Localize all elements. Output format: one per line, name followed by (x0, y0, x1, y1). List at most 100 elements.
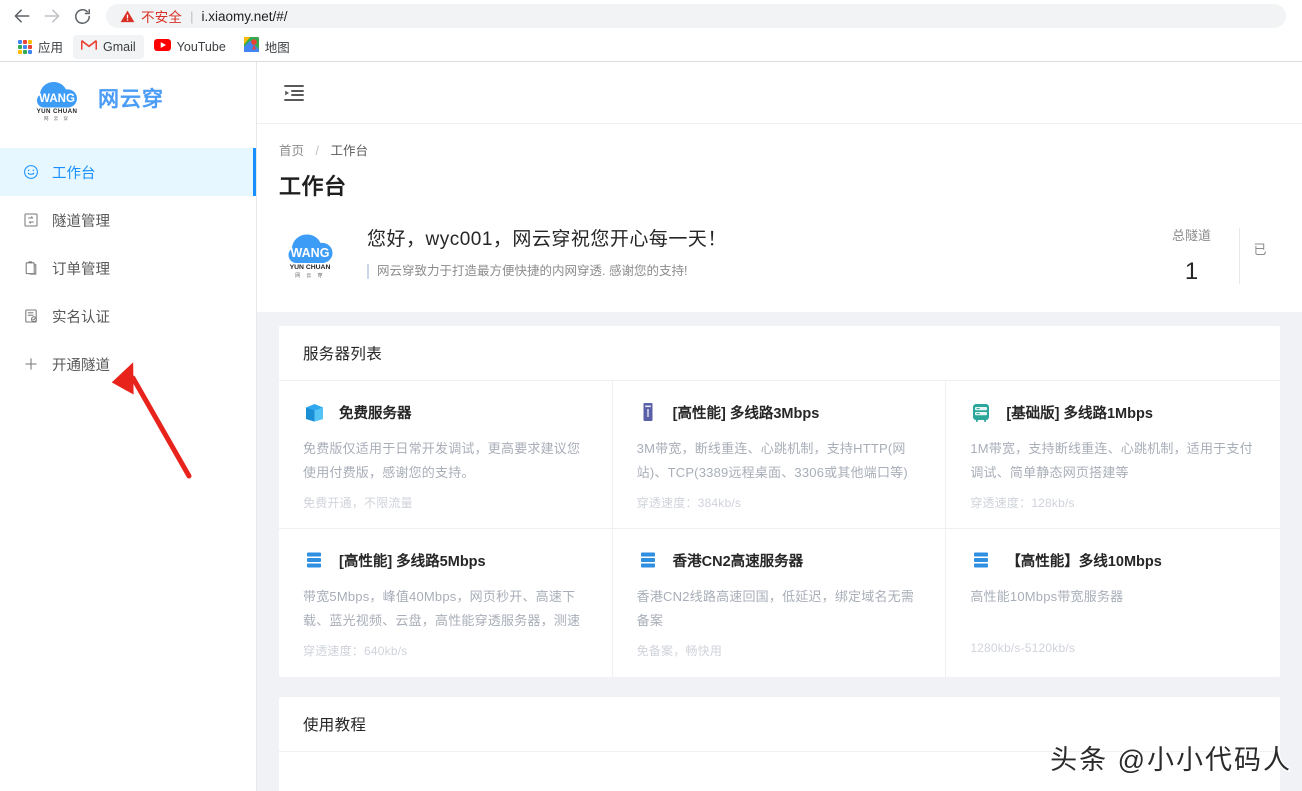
content-area: 服务器列表 免费服务器 免费版仅适用于日常开发调试，更高要求建议您使用付费版，感… (257, 312, 1302, 791)
address-bar[interactable]: 不安全 | i.xiaomy.net/#/ (106, 4, 1286, 28)
panel-title: 使用教程 (303, 717, 367, 734)
server-card-name: 【高性能】多线10Mbps (1006, 553, 1162, 570)
sidebar-item-label: 隧道管理 (52, 213, 110, 230)
server-card-head: 香港CN2高速服务器 (637, 549, 922, 571)
wang-yun-chuan-cloud-logo-icon: WANG YUN CHUAN 网 云 穿 (28, 73, 86, 123)
bookmark-youtube[interactable]: YouTube (146, 35, 234, 59)
sidebar-item-tunnel-management[interactable]: 隧道管理 (0, 196, 256, 244)
purple-server-tower-icon (637, 401, 659, 423)
sidebar-item-open-tunnel[interactable]: 开通隧道 (0, 340, 256, 388)
server-card[interactable]: [高性能] 多线路5Mbps 带宽5Mbps，峰值40Mbps，网页秒开、高速下… (279, 529, 613, 677)
server-card-name: [基础版] 多线路1Mbps (1006, 405, 1153, 422)
back-button[interactable] (8, 2, 36, 30)
tutorial-panel-body (279, 752, 1280, 791)
svg-text:WANG: WANG (291, 246, 330, 260)
server-card[interactable]: [高性能] 多线路3Mbps 3M带宽，断线重连、心跳机制，支持HTTP(网站)… (612, 381, 947, 529)
server-card-meta: 1280kb/s-5120kb/s (970, 641, 1076, 656)
page-head: 首页 / 工作台 工作台 (257, 124, 1302, 201)
server-card-desc: 3M带宽，断线重连、心跳机制，支持HTTP(网站)、TCP(3389远程桌面、3… (636, 441, 908, 481)
server-card-desc: 高性能10Mbps带宽服务器 (970, 589, 1124, 604)
sidebar-item-realname-verification[interactable]: 实名认证 (0, 292, 256, 340)
browser-nav-bar: 不安全 | i.xiaomy.net/#/ (0, 0, 1302, 32)
apps-grid-icon (18, 39, 32, 54)
sidebar-item-label: 工作台 (52, 165, 96, 182)
svg-text:网 云 穿: 网 云 穿 (44, 115, 70, 122)
server-card[interactable]: [基础版] 多线路1Mbps 1M带宽，支持断线重连、心跳机制，适用于支付调试、… (946, 381, 1280, 529)
sidebar-item-label: 订单管理 (52, 261, 110, 278)
server-card-meta: 免备案，畅快用 (636, 644, 723, 659)
server-card-name: [高性能] 多线路5Mbps (339, 553, 486, 570)
server-card-grid: 免费服务器 免费版仅适用于日常开发调试，更高要求建议您使用付费版，感谢您的支持。… (279, 381, 1280, 677)
bookmark-gmail[interactable]: Gmail (73, 34, 144, 59)
welcome-card: WANG YUN CHUAN 网 云 穿 您好，wyc001，网云穿祝您开心每一… (257, 201, 1302, 312)
svg-text:网 云 穿: 网 云 穿 (295, 272, 325, 279)
server-card-meta: 穿透速度：640kb/s (303, 644, 408, 659)
server-card-head: 免费服务器 (303, 401, 588, 423)
server-card-name: 香港CN2高速服务器 (672, 553, 804, 570)
welcome-subtitle: 网云穿致力于打造最方便快捷的内网穿透. 感谢您的支持! (367, 264, 1144, 279)
server-list-panel: 服务器列表 免费服务器 免费版仅适用于日常开发调试，更高要求建议您使用付费版，感… (279, 326, 1280, 677)
menu-fold-icon[interactable] (279, 78, 309, 108)
main-header (257, 62, 1302, 124)
bookmark-label: YouTube (176, 39, 226, 54)
welcome-text: 您好，wyc001，网云穿祝您开心每一天！ 网云穿致力于打造最方便快捷的内网穿透… (367, 224, 1144, 279)
svg-text:YUN CHUAN: YUN CHUAN (37, 108, 78, 115)
server-card-desc: 香港CN2线路高速回国，低延迟，绑定域名无需备案 (636, 589, 915, 629)
server-card-meta: 穿透速度：128kb/s (970, 496, 1075, 511)
stat-value: 1 (1184, 258, 1199, 285)
teal-server-rack-icon (970, 401, 992, 423)
server-card-desc: 带宽5Mbps，峰值40Mbps，网页秒开、高速下载、蓝光视频、云盘，高性能穿透… (303, 589, 581, 629)
smile-face-icon (22, 164, 39, 181)
tutorial-panel-header: 使用教程 (279, 697, 1280, 752)
sidebar-item-workbench[interactable]: 工作台 (0, 148, 256, 196)
server-card[interactable]: 香港CN2高速服务器 香港CN2线路高速回国，低延迟，绑定域名无需备案 免备案，… (613, 529, 947, 677)
breadcrumb-home[interactable]: 首页 (279, 144, 304, 158)
sidebar-item-order-management[interactable]: 订单管理 (0, 244, 256, 292)
welcome-avatar-logo-icon: WANG YUN CHUAN 网 云 穿 (279, 224, 341, 280)
bookmark-label: 应用 (38, 41, 64, 55)
bookmark-apps[interactable]: 应用 (10, 35, 71, 59)
page-title: 工作台 (279, 174, 347, 199)
server-card-name: [高性能] 多线路3Mbps (672, 405, 820, 422)
blue-server-stack-icon (637, 549, 659, 571)
omnibox-separator: | (190, 8, 194, 24)
reload-button[interactable] (68, 2, 96, 30)
url-text: i.xiaomy.net/#/ (201, 8, 288, 24)
security-status-label: 不安全 (141, 10, 183, 25)
server-card-head: 【高性能】多线10Mbps (970, 549, 1256, 571)
youtube-icon (153, 38, 171, 56)
server-card-head: [高性能] 多线路5Mbps (303, 549, 588, 571)
sidebar-menu: 工作台 隧道管理 订单管理 实名认证 开通隧道 (0, 134, 256, 388)
svg-text:WANG: WANG (39, 93, 75, 105)
sidebar: WANG YUN CHUAN 网 云 穿 网云穿 工作台 隧道管理 订单管理 实… (0, 62, 257, 791)
brand-name: 网云穿 (98, 88, 164, 111)
svg-text:YUN CHUAN: YUN CHUAN (290, 264, 331, 271)
sidebar-item-label: 开通隧道 (52, 357, 110, 374)
bookmark-maps[interactable]: 地图 (236, 35, 298, 59)
stat-second-clipped: 已 (1240, 239, 1280, 272)
document-check-icon (22, 308, 39, 325)
server-card[interactable]: 免费服务器 免费版仅适用于日常开发调试，更高要求建议您使用付费版，感谢您的支持。… (279, 381, 613, 529)
bookmarks-bar: 应用 Gmail YouTube 地图 (0, 32, 1302, 62)
blue-server-stack-icon (303, 549, 325, 571)
server-card-desc: 1M带宽，支持断线重连、心跳机制，适用于支付调试、简单静态网页搭建等 (970, 441, 1253, 481)
app-shell: WANG YUN CHUAN 网 云 穿 网云穿 工作台 隧道管理 订单管理 实… (0, 62, 1302, 791)
maps-icon (243, 36, 259, 57)
blue-server-stack-icon (970, 549, 992, 571)
bookmark-label: 地图 (264, 41, 290, 55)
warning-triangle-icon (120, 9, 135, 24)
brand-header[interactable]: WANG YUN CHUAN 网 云 穿 网云穿 (0, 62, 256, 134)
server-card-meta: 穿透速度：384kb/s (636, 496, 742, 511)
server-card-head: [基础版] 多线路1Mbps (970, 401, 1256, 423)
breadcrumb-current: 工作台 (330, 144, 368, 158)
breadcrumb-separator: / (315, 144, 319, 158)
welcome-stats: 总隧道 1 已 (1144, 225, 1280, 286)
sidebar-item-label: 实名认证 (52, 309, 110, 326)
server-card[interactable]: 【高性能】多线10Mbps 高性能10Mbps带宽服务器 1280kb/s-51… (946, 529, 1280, 677)
server-card-desc: 免费版仅适用于日常开发调试，更高要求建议您使用付费版，感谢您的支持。 (303, 441, 581, 481)
plus-icon (22, 356, 39, 373)
breadcrumb: 首页 / 工作台 (279, 140, 1280, 159)
forward-button[interactable] (38, 2, 66, 30)
bookmark-label: Gmail (103, 39, 136, 54)
browser-chrome: 不安全 | i.xiaomy.net/#/ 应用 Gmail YouTube 地… (0, 0, 1302, 62)
